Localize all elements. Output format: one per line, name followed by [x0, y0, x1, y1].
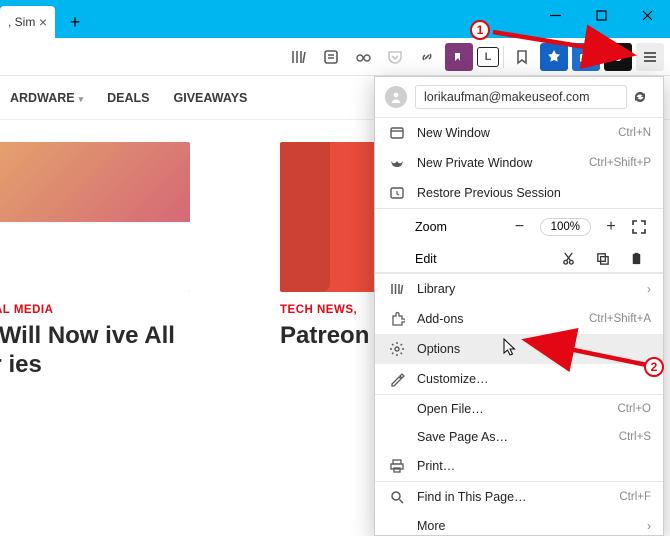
- minimize-button[interactable]: [532, 0, 578, 30]
- menu-label: Save Page As…: [417, 430, 619, 444]
- menu-new-private-window[interactable]: New Private Window Ctrl+Shift+P: [375, 148, 663, 178]
- window-icon: [387, 125, 407, 141]
- article-headline: agram Will Now ive All of Your ies: [0, 322, 190, 380]
- menu-label: Add-ons: [417, 312, 589, 326]
- pocket-icon[interactable]: [381, 43, 409, 71]
- hamburger-menu-button[interactable]: [636, 43, 664, 71]
- menu-label: Customize…: [417, 372, 651, 386]
- menu-find[interactable]: Find in This Page… Ctrl+F: [375, 481, 663, 512]
- cut-button[interactable]: [551, 251, 585, 266]
- menu-print[interactable]: Print…: [375, 451, 663, 481]
- article-thumb: [0, 142, 190, 292]
- browser-tab[interactable]: , Simp ×: [0, 6, 55, 38]
- menu-shortcut: Ctrl+S: [619, 431, 651, 443]
- zoom-out-button[interactable]: −: [506, 215, 534, 239]
- bookmark-icon[interactable]: [508, 43, 536, 71]
- close-window-button[interactable]: [624, 0, 670, 30]
- tab-title: , Simp: [8, 15, 35, 29]
- glasses-icon[interactable]: [349, 43, 377, 71]
- copy-button[interactable]: [585, 251, 619, 266]
- menu-save-page-as[interactable]: Save Page As… Ctrl+S: [375, 423, 663, 451]
- fullscreen-button[interactable]: [625, 219, 653, 235]
- article-left[interactable]: NEWS, SOCIAL MEDIA agram Will Now ive Al…: [0, 142, 190, 380]
- menu-customize[interactable]: Customize…: [375, 364, 663, 394]
- zoom-in-button[interactable]: +: [597, 215, 625, 239]
- sync-button[interactable]: [627, 89, 653, 105]
- menu-shortcut: Ctrl+F: [619, 491, 651, 503]
- account-row: lorikaufman@makeuseof.com: [375, 77, 663, 117]
- account-email[interactable]: lorikaufman@makeuseof.com: [415, 85, 627, 109]
- menu-restore-session[interactable]: Restore Previous Session: [375, 178, 663, 208]
- library-icon[interactable]: [285, 43, 313, 71]
- zoom-level[interactable]: 100%: [540, 218, 591, 236]
- onenote-icon[interactable]: [445, 43, 473, 71]
- menu-label: New Private Window: [417, 156, 589, 170]
- mask-icon: [387, 155, 407, 171]
- edit-label: Edit: [385, 252, 441, 266]
- chevron-right-icon: ›: [647, 519, 651, 533]
- toolbar: L: [0, 38, 670, 76]
- tab-close-icon[interactable]: ×: [39, 14, 47, 30]
- menu-options[interactable]: Options: [375, 334, 663, 364]
- printer-icon: [387, 458, 407, 474]
- zoom-label: Zoom: [385, 220, 441, 234]
- lastpass-icon[interactable]: L: [477, 47, 499, 67]
- gear-icon: [387, 341, 407, 357]
- menu-label: Find in This Page…: [417, 490, 619, 504]
- maximize-button[interactable]: [578, 0, 624, 30]
- extension-icon[interactable]: [604, 43, 632, 71]
- avatar-icon[interactable]: [385, 86, 407, 108]
- nav-item-giveaways[interactable]: GIVEAWAYS: [174, 91, 248, 105]
- menu-zoom-row: Zoom − 100% +: [375, 208, 663, 245]
- nav-item-hardware[interactable]: ARDWARE▾: [10, 91, 83, 105]
- menu-label: More: [417, 519, 647, 533]
- menu-label: Options: [417, 342, 651, 356]
- menu-edit-row: Edit: [375, 245, 663, 273]
- menu-library[interactable]: Library ›: [375, 273, 663, 304]
- chevron-down-icon: ▾: [79, 94, 84, 104]
- menu-shortcut: Ctrl+N: [618, 127, 651, 139]
- menu-label: Print…: [417, 459, 651, 473]
- menu-shortcut: Ctrl+O: [617, 403, 651, 415]
- app-menu-panel: lorikaufman@makeuseof.com New Window Ctr…: [374, 76, 664, 536]
- menu-addons[interactable]: Add-ons Ctrl+Shift+A: [375, 304, 663, 334]
- menu-label: New Window: [417, 126, 618, 140]
- chevron-right-icon: ›: [647, 282, 651, 296]
- puzzle-icon: [387, 311, 407, 327]
- reader-icon[interactable]: [317, 43, 345, 71]
- search-icon: [387, 489, 407, 505]
- menu-new-window[interactable]: New Window Ctrl+N: [375, 117, 663, 148]
- menu-label: Open File…: [417, 402, 617, 416]
- paint-icon: [387, 371, 407, 387]
- link-icon[interactable]: [413, 43, 441, 71]
- library-icon: [387, 281, 407, 297]
- star-icon[interactable]: [540, 43, 568, 71]
- paste-button[interactable]: [619, 251, 653, 266]
- new-tab-button[interactable]: +: [61, 8, 89, 36]
- nav-item-deals[interactable]: DEALS: [107, 91, 149, 105]
- window-controls: [532, 0, 670, 30]
- menu-open-file[interactable]: Open File… Ctrl+O: [375, 394, 663, 423]
- menu-label: Library: [417, 282, 647, 296]
- article-category[interactable]: NEWS, SOCIAL MEDIA: [0, 304, 190, 316]
- toolbar-separator: [503, 46, 504, 68]
- menu-label: Restore Previous Session: [417, 186, 651, 200]
- restore-icon: [387, 185, 407, 201]
- menu-shortcut: Ctrl+Shift+A: [589, 313, 651, 325]
- menu-shortcut: Ctrl+Shift+P: [589, 157, 651, 169]
- title-bar: , Simp × +: [0, 0, 670, 38]
- camera-icon[interactable]: [572, 43, 600, 71]
- menu-more[interactable]: More ›: [375, 512, 663, 535]
